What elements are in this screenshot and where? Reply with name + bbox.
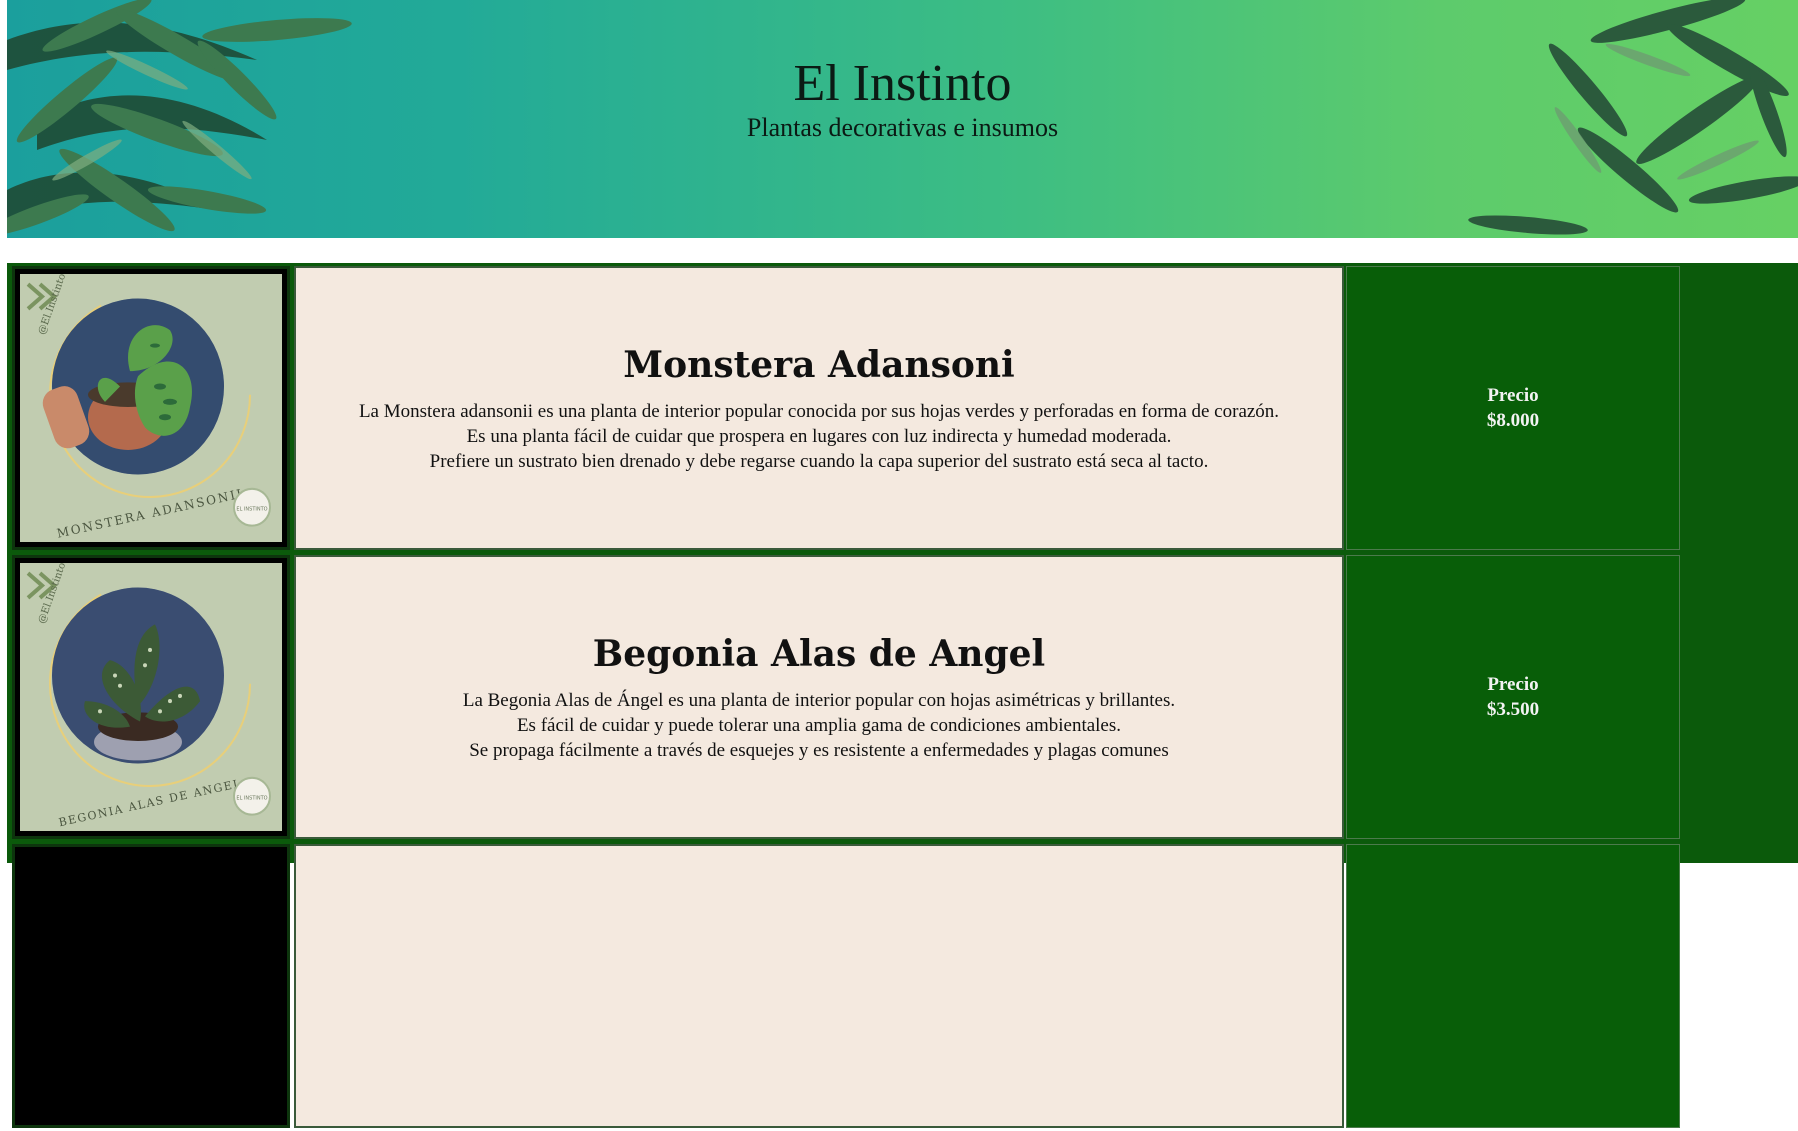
product-price-cell: Precio $3.500 [1346, 555, 1680, 839]
table-row: @El.Instinto MONSTERA ADANSONII EL INSTI… [7, 266, 1798, 553]
price-value: $8.000 [1486, 410, 1540, 431]
price-label: Precio [1487, 385, 1539, 406]
logo-text: EL INSTINTO [236, 795, 267, 801]
product-name: Begonia Alas de Angel [592, 632, 1046, 675]
product-image-cell: @El.Instinto MONSTERA ADANSONII EL INSTI… [12, 266, 290, 550]
product-name: Monstera Adansoni [623, 343, 1015, 386]
product-description: La Monstera adansonii es una planta de i… [358, 400, 1280, 472]
product-price-cell: Precio $8.000 [1346, 266, 1680, 550]
product-table: @El.Instinto MONSTERA ADANSONII EL INSTI… [7, 263, 1798, 1128]
product-image-cell: @El.Instinto BEGONIA ALAS DE ANGEL EL IN… [12, 555, 290, 839]
product-image-cell [12, 844, 290, 1128]
begonia-plant-photo: @El.Instinto BEGONIA ALAS DE ANGEL EL IN… [20, 563, 282, 831]
product-description-cell [294, 844, 1344, 1128]
product-description-cell: Begonia Alas de Angel La Begonia Alas de… [294, 555, 1344, 839]
header-text-block: El Instinto Plantas decorativas e insumo… [7, 54, 1798, 142]
price-value: $3.500 [1486, 699, 1540, 720]
product-price-cell [1346, 844, 1680, 1128]
monstera-plant-photo: @El.Instinto MONSTERA ADANSONII EL INSTI… [20, 274, 282, 542]
logo-text: EL INSTINTO [236, 506, 267, 512]
site-subtitle: Plantas decorativas e insumos [746, 113, 1059, 142]
header-banner: El Instinto Plantas decorativas e insumo… [7, 0, 1798, 238]
price-label: Precio [1487, 674, 1539, 695]
table-row [7, 844, 1798, 1131]
site-title: El Instinto [793, 55, 1012, 112]
table-row: @El.Instinto BEGONIA ALAS DE ANGEL EL IN… [7, 555, 1798, 842]
product-description: La Begonia Alas de Ángel es una planta d… [462, 689, 1176, 761]
product-description-cell: Monstera Adansoni La Monstera adansonii … [294, 266, 1344, 550]
